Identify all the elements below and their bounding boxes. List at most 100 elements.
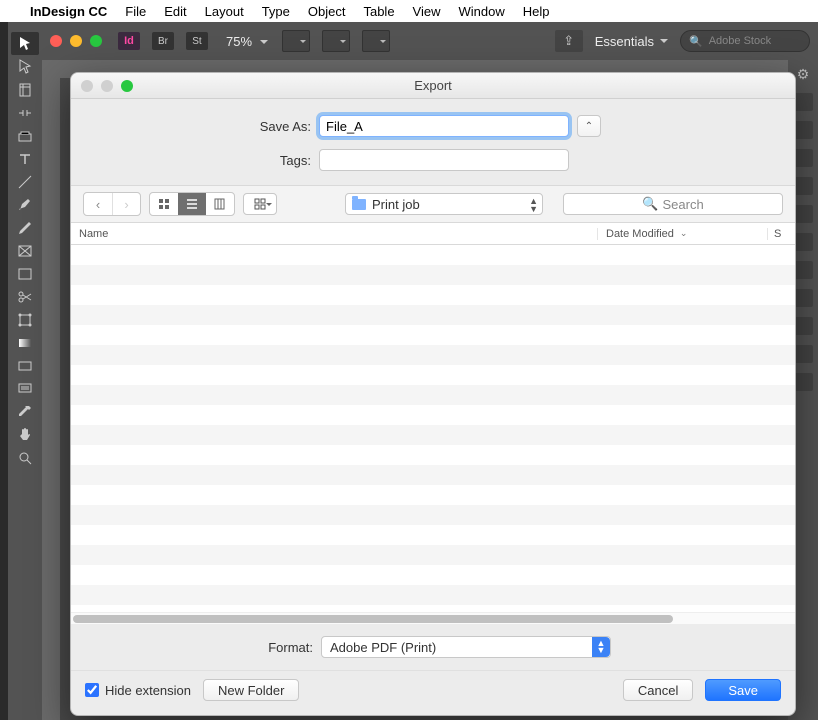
horizontal-scrollbar[interactable] — [71, 612, 795, 624]
save-as-input[interactable] — [319, 115, 569, 137]
nav-buttons: ‹ › — [83, 192, 141, 216]
panel-icon-6[interactable] — [793, 233, 813, 251]
view-options-2[interactable] — [322, 30, 350, 52]
eyedropper-tool-icon[interactable] — [11, 400, 39, 423]
menu-file[interactable]: File — [125, 4, 146, 19]
nav-forward-button[interactable]: › — [112, 193, 140, 215]
pen-tool-icon[interactable] — [11, 193, 39, 216]
mac-dock-edge — [0, 22, 8, 720]
page-tool-icon[interactable] — [11, 78, 39, 101]
rectangle-frame-tool-icon[interactable] — [11, 239, 39, 262]
column-name[interactable]: Name — [71, 228, 597, 240]
view-options-1[interactable] — [282, 30, 310, 52]
menu-window[interactable]: Window — [459, 4, 505, 19]
view-options-3[interactable] — [362, 30, 390, 52]
line-tool-icon[interactable] — [11, 170, 39, 193]
type-tool-icon[interactable] — [11, 147, 39, 170]
gap-tool-icon[interactable] — [11, 101, 39, 124]
workspace-switcher[interactable]: Essentials — [595, 34, 668, 49]
menu-object[interactable]: Object — [308, 4, 346, 19]
panel-icon-10[interactable] — [793, 345, 813, 363]
zoom-level-dropdown[interactable]: 75% — [220, 32, 270, 51]
app-control-bar: Id Br St 75% ⇪ Essentials 🔍 Adobe Stock — [42, 22, 818, 60]
list-item — [71, 365, 795, 385]
bridge-button[interactable]: Br — [152, 32, 174, 50]
cancel-button[interactable]: Cancel — [623, 679, 693, 701]
publish-online-icon[interactable]: ⇪ — [555, 30, 583, 52]
pencil-tool-icon[interactable] — [11, 216, 39, 239]
icon-view-button[interactable] — [150, 193, 178, 215]
indesign-logo-icon: Id — [118, 32, 140, 50]
toolbox — [8, 22, 42, 720]
menu-edit[interactable]: Edit — [164, 4, 186, 19]
window-traffic-lights — [50, 35, 102, 47]
column-view-button[interactable] — [206, 193, 234, 215]
app-name[interactable]: InDesign CC — [30, 4, 107, 19]
column-date-modified[interactable]: Date Modified⌄ — [597, 228, 767, 240]
panel-icon-5[interactable] — [793, 205, 813, 223]
file-browser-toolbar: ‹ › Print job ▲▼ 🔍 Search — [71, 185, 795, 223]
column-size[interactable]: S — [767, 228, 795, 240]
gradient-swatch-tool-icon[interactable] — [11, 331, 39, 354]
hide-extension-checkbox[interactable]: Hide extension — [85, 683, 191, 698]
free-transform-tool-icon[interactable] — [11, 308, 39, 331]
list-item — [71, 545, 795, 565]
stock-button[interactable]: St — [186, 32, 208, 50]
format-label: Format: — [91, 640, 313, 655]
content-collector-tool-icon[interactable] — [11, 124, 39, 147]
adobe-stock-placeholder: Adobe Stock — [709, 35, 771, 47]
nav-back-button[interactable]: ‹ — [84, 193, 112, 215]
panel-icon-1[interactable] — [793, 93, 813, 111]
location-dropdown[interactable]: Print job ▲▼ — [345, 193, 543, 215]
window-zoom-icon[interactable] — [90, 35, 102, 47]
rectangle-tool-icon[interactable] — [11, 262, 39, 285]
tags-label: Tags: — [91, 153, 311, 168]
panel-icon-9[interactable] — [793, 317, 813, 335]
panel-icon-2[interactable] — [793, 121, 813, 139]
selection-tool-icon[interactable] — [11, 32, 39, 55]
panel-icon-7[interactable] — [793, 261, 813, 279]
search-icon: 🔍 — [642, 196, 658, 212]
direct-selection-tool-icon[interactable] — [11, 55, 39, 78]
scrollbar-thumb[interactable] — [73, 615, 673, 623]
chevron-left-icon: ‹ — [96, 197, 100, 212]
panel-icon-8[interactable] — [793, 289, 813, 307]
updown-icon: ▲▼ — [529, 197, 538, 213]
ruler-vertical — [42, 78, 60, 720]
format-dropdown[interactable]: Adobe PDF (Print) ▲▼ — [321, 636, 611, 658]
panel-icon-11[interactable] — [793, 373, 813, 391]
dialog-title: Export — [414, 78, 452, 93]
menu-help[interactable]: Help — [523, 4, 550, 19]
gradient-feather-tool-icon[interactable] — [11, 354, 39, 377]
note-tool-icon[interactable] — [11, 377, 39, 400]
hide-extension-input[interactable] — [85, 683, 99, 697]
menu-view[interactable]: View — [413, 4, 441, 19]
menu-type[interactable]: Type — [262, 4, 290, 19]
dialog-titlebar: Export — [71, 73, 795, 99]
file-search-input[interactable]: 🔍 Search — [563, 193, 783, 215]
group-by-button[interactable] — [243, 193, 277, 215]
window-close-icon[interactable] — [50, 35, 62, 47]
panel-icon-4[interactable] — [793, 177, 813, 195]
list-item — [71, 565, 795, 585]
dialog-close-icon[interactable] — [81, 80, 93, 92]
window-minimize-icon[interactable] — [70, 35, 82, 47]
list-item — [71, 445, 795, 465]
tags-input[interactable] — [319, 149, 569, 171]
dialog-minimize-icon — [101, 80, 113, 92]
column-headers: Name Date Modified⌄ S — [71, 223, 795, 245]
new-folder-button[interactable]: New Folder — [203, 679, 299, 701]
dialog-zoom-icon[interactable] — [121, 80, 133, 92]
menu-table[interactable]: Table — [363, 4, 394, 19]
zoom-tool-icon[interactable] — [11, 446, 39, 469]
expand-collapse-button[interactable]: ⌃ — [577, 115, 601, 137]
panel-icon-3[interactable] — [793, 149, 813, 167]
hand-tool-icon[interactable] — [11, 423, 39, 446]
panel-settings-icon[interactable]: ⚙ — [797, 66, 810, 83]
save-button[interactable]: Save — [705, 679, 781, 701]
list-view-button[interactable] — [178, 193, 206, 215]
adobe-stock-search[interactable]: 🔍 Adobe Stock — [680, 30, 810, 52]
scissors-tool-icon[interactable] — [11, 285, 39, 308]
menu-layout[interactable]: Layout — [205, 4, 244, 19]
file-list[interactable] — [71, 245, 795, 612]
